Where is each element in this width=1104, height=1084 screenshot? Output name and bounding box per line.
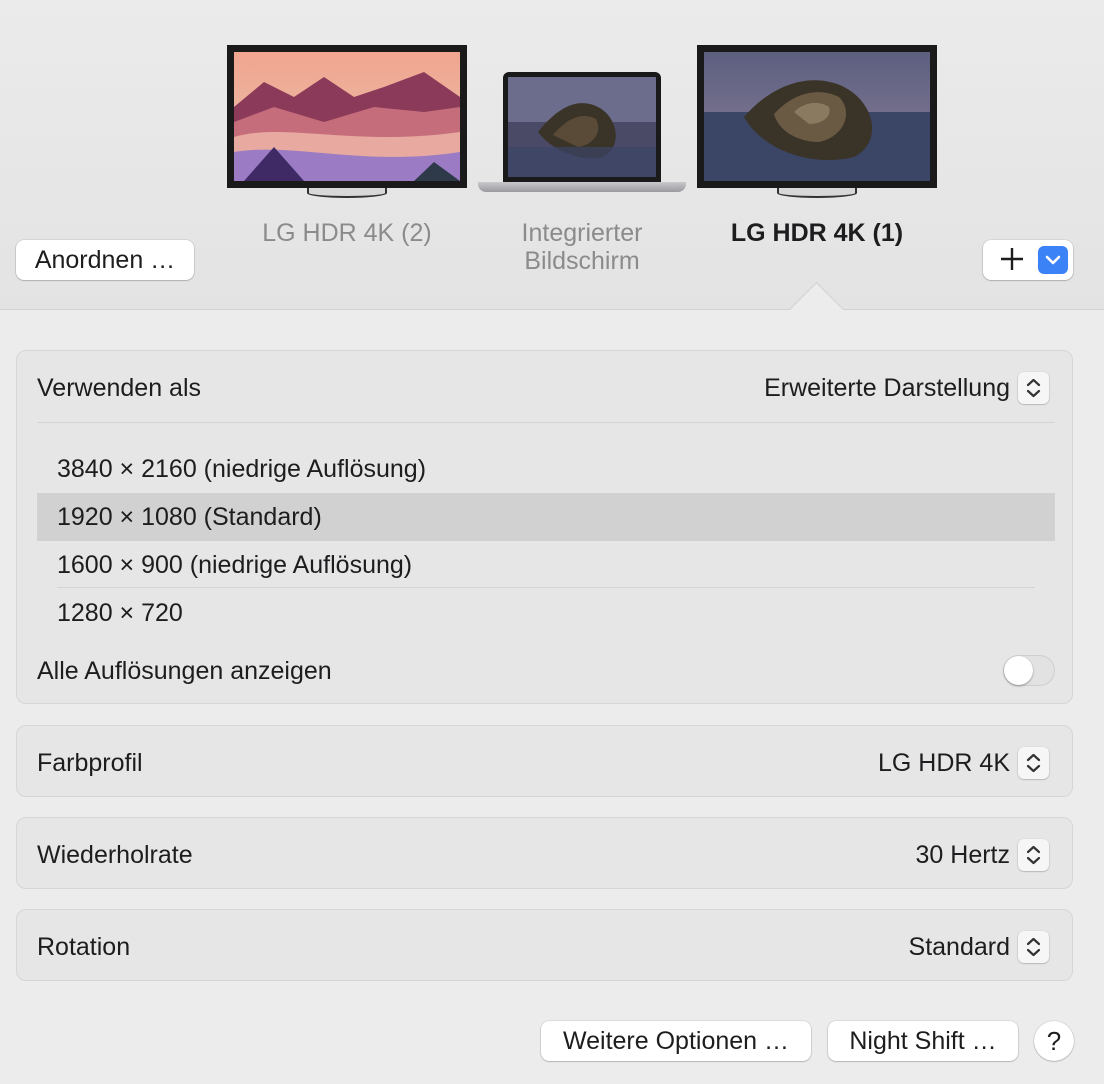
refresh-rate-value[interactable]: 30 Hertz bbox=[916, 841, 1010, 870]
refresh-rate-label: Wiederholrate bbox=[37, 841, 193, 869]
use-as-label: Verwenden als bbox=[37, 374, 202, 402]
rotation-label: Rotation bbox=[37, 933, 131, 961]
display-label-lg-hdr-4k-2[interactable]: LG HDR 4K (2) bbox=[227, 219, 467, 247]
toggle-knob bbox=[1004, 656, 1033, 685]
color-profile-label: Farbprofil bbox=[37, 749, 143, 777]
chevron-updown-icon bbox=[1026, 845, 1041, 865]
display-mode-panel: Verwenden als Erweiterte Darstellung 384… bbox=[16, 350, 1073, 704]
display-built-in[interactable] bbox=[478, 72, 686, 196]
show-all-resolutions-label: Alle Auflösungen anzeigen bbox=[37, 657, 332, 685]
help-button[interactable]: ? bbox=[1034, 1021, 1074, 1061]
display-lg-hdr-4k-1[interactable] bbox=[697, 45, 937, 198]
use-as-popup[interactable] bbox=[1018, 372, 1049, 404]
chevron-updown-icon bbox=[1026, 937, 1041, 957]
resolution-option-selected[interactable]: 1920 × 1080 (Standard) bbox=[37, 493, 1055, 541]
resolution-option[interactable]: 3840 × 2160 (niedrige Auflösung) bbox=[37, 445, 1055, 493]
show-all-resolutions-toggle[interactable] bbox=[1003, 655, 1055, 686]
chevron-updown-icon bbox=[1026, 378, 1041, 398]
chevron-down-icon[interactable] bbox=[1038, 246, 1068, 274]
plus-icon bbox=[1000, 246, 1024, 279]
color-profile-panel: Farbprofil LG HDR 4K bbox=[16, 725, 1073, 797]
desert-wallpaper bbox=[234, 52, 460, 181]
resolution-option[interactable]: 1600 × 900 (niedrige Auflösung) bbox=[37, 541, 1055, 589]
refresh-rate-panel: Wiederholrate 30 Hertz bbox=[16, 817, 1073, 889]
rotation-panel: Rotation Standard bbox=[16, 909, 1073, 981]
night-shift-button[interactable]: Night Shift … bbox=[828, 1021, 1018, 1061]
color-profile-value[interactable]: LG HDR 4K bbox=[878, 749, 1010, 778]
refresh-rate-popup[interactable] bbox=[1018, 839, 1049, 871]
display-label-lg-hdr-4k-1[interactable]: LG HDR 4K (1) bbox=[697, 219, 937, 247]
island-wallpaper-small bbox=[508, 77, 656, 177]
resolution-option[interactable]: 1280 × 720 bbox=[37, 589, 1055, 637]
display-lg-hdr-4k-2[interactable] bbox=[227, 45, 467, 198]
color-profile-popup[interactable] bbox=[1018, 747, 1049, 779]
more-options-button[interactable]: Weitere Optionen … bbox=[541, 1021, 811, 1061]
rotation-value[interactable]: Standard bbox=[909, 933, 1010, 962]
add-display-button[interactable] bbox=[983, 240, 1073, 280]
display-label-built-in-line1[interactable]: Integrierter bbox=[478, 219, 686, 247]
island-wallpaper bbox=[704, 52, 930, 181]
use-as-value[interactable]: Erweiterte Darstellung bbox=[764, 374, 1010, 403]
display-label-built-in-line2[interactable]: Bildschirm bbox=[478, 247, 686, 275]
chevron-updown-icon bbox=[1026, 753, 1041, 773]
rotation-popup[interactable] bbox=[1018, 931, 1049, 963]
arrange-button[interactable]: Anordnen … bbox=[16, 240, 194, 280]
